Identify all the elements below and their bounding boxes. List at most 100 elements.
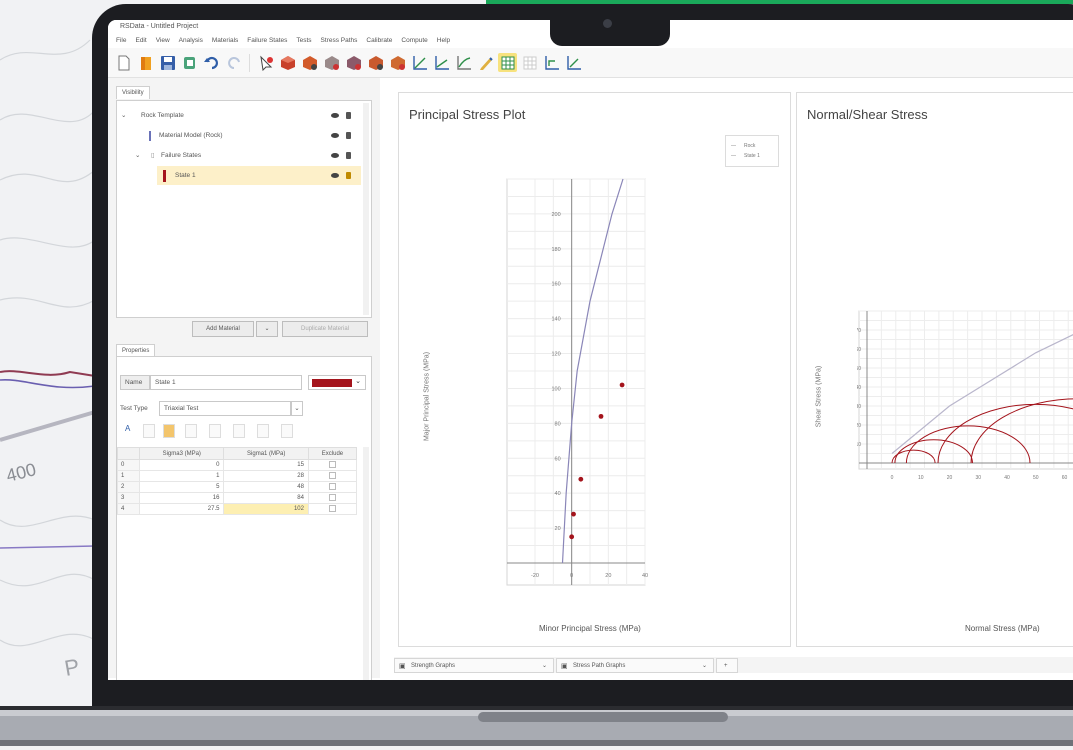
color-picker[interactable]: ⌄	[308, 375, 366, 390]
sigma3-cell[interactable]: 5	[138, 481, 225, 493]
graph-a-icon[interactable]	[410, 53, 429, 72]
save-icon[interactable]	[158, 53, 177, 72]
graph-e-icon[interactable]	[564, 53, 583, 72]
table-row[interactable]: 3 16 84	[117, 492, 358, 504]
menu-view[interactable]: View	[156, 34, 170, 48]
tree-item-rock-template[interactable]: ⌄ Rock Template	[117, 106, 361, 125]
tree-item-failure-states[interactable]: ⌄ ▯ Failure States	[117, 146, 361, 165]
duplicate-material-button[interactable]: Duplicate Material	[282, 321, 368, 337]
normal-shear-chart[interactable]: 10203040506070010203040506070	[857, 307, 1073, 507]
import-icon[interactable]	[257, 424, 269, 438]
sigma3-cell[interactable]: 16	[138, 492, 225, 504]
sigma1-cell[interactable]: 84	[223, 492, 309, 504]
add-material-button[interactable]: Add Material	[192, 321, 254, 337]
vertical-scrollbar[interactable]	[363, 103, 369, 315]
new-file-icon[interactable]	[114, 53, 133, 72]
sigma3-cell[interactable]: 1	[138, 470, 225, 482]
tab-strength-graphs[interactable]: ▣ Strength Graphs ⌄	[394, 658, 554, 673]
collapse-chevron-icon[interactable]: ⌄	[121, 106, 126, 125]
y-tick-label: 80	[555, 421, 561, 427]
chevron-down-icon[interactable]: ⌄	[355, 377, 361, 385]
table-row[interactable]: 2 5 48	[117, 481, 358, 493]
material-red-icon[interactable]	[278, 53, 297, 72]
lock-icon[interactable]	[346, 152, 351, 159]
grid-table-inactive-icon[interactable]	[520, 53, 539, 72]
menu-calibrate[interactable]: Calibrate	[366, 34, 392, 48]
principal-stress-chart[interactable]: 20 40 60 80 100 120 140 160 180 200 -20 0 20 40	[505, 175, 653, 595]
toolbar	[108, 48, 1073, 78]
graph-c-icon[interactable]	[454, 53, 473, 72]
chevron-down-icon[interactable]: ⌄	[291, 401, 303, 416]
menu-stress-paths[interactable]: Stress Paths	[321, 34, 358, 48]
material-orange-3-icon[interactable]	[388, 53, 407, 72]
sigma1-cell[interactable]: 102	[223, 503, 309, 515]
eye-icon[interactable]	[331, 173, 339, 178]
name-input[interactable]: State 1	[150, 375, 302, 390]
add-material-dropdown-button[interactable]: ⌄	[256, 321, 278, 337]
open-folder-icon[interactable]	[136, 53, 155, 72]
collapse-chevron-icon[interactable]: ⌄	[135, 146, 140, 165]
material-orange-2-icon[interactable]	[366, 53, 385, 72]
vertical-scrollbar[interactable]	[363, 447, 369, 682]
exclude-checkbox[interactable]	[328, 483, 336, 491]
sort-icon[interactable]: A	[125, 424, 130, 433]
exclude-checkbox[interactable]	[328, 494, 336, 502]
material-purple-icon[interactable]	[344, 53, 363, 72]
table-row[interactable]: 0 0 15	[117, 459, 358, 471]
menu-edit[interactable]: Edit	[135, 34, 146, 48]
tab-visibility[interactable]: Visibility	[116, 86, 150, 99]
exclude-checkbox[interactable]	[328, 472, 336, 480]
column-header-sigma3[interactable]: Sigma3 (MPa)	[138, 447, 225, 460]
exclude-checkbox[interactable]	[328, 461, 336, 469]
menu-analysis[interactable]: Analysis	[179, 34, 203, 48]
chevron-down-icon[interactable]: ⌄	[702, 659, 707, 674]
tab-stress-path-graphs[interactable]: ▣ Stress Path Graphs ⌄	[556, 658, 714, 673]
sigma1-cell[interactable]: 48	[223, 481, 309, 493]
menu-help[interactable]: Help	[437, 34, 450, 48]
sigma1-cell[interactable]: 15	[223, 459, 309, 471]
row-index: 3	[117, 492, 140, 504]
test-type-select[interactable]: Triaxial Test	[159, 401, 291, 416]
copy-icon[interactable]	[180, 53, 199, 72]
eye-icon[interactable]	[331, 153, 339, 158]
x-tick-label: 30	[975, 475, 981, 481]
eye-icon[interactable]	[331, 113, 339, 118]
tree-item-material-model[interactable]: Material Model (Rock)	[117, 126, 361, 145]
tree-item-state-1[interactable]: State 1	[157, 166, 361, 185]
lock-icon[interactable]	[346, 132, 351, 139]
add-tab-button[interactable]: +	[716, 658, 738, 673]
sigma1-cell[interactable]: 28	[223, 470, 309, 482]
menu-materials[interactable]: Materials	[212, 34, 238, 48]
grid-table-icon[interactable]	[498, 53, 517, 72]
menu-compute[interactable]: Compute	[401, 34, 427, 48]
chevron-down-icon[interactable]: ⌄	[542, 659, 547, 674]
menu-file[interactable]: File	[116, 34, 126, 48]
material-gray-icon[interactable]	[322, 53, 341, 72]
data-point-state-1	[598, 413, 604, 419]
export-icon[interactable]	[281, 424, 293, 438]
sigma3-cell[interactable]: 0	[138, 459, 225, 471]
sigma3-cell[interactable]: 27.5	[138, 503, 225, 515]
undo-icon[interactable]	[202, 53, 221, 72]
graph-d-icon[interactable]	[542, 53, 561, 72]
eye-icon[interactable]	[331, 133, 339, 138]
column-header-exclude[interactable]: Exclude	[307, 447, 358, 460]
chart-icon[interactable]	[233, 424, 245, 438]
exclude-checkbox[interactable]	[328, 505, 336, 513]
paste-icon[interactable]	[163, 424, 175, 438]
redo-icon[interactable]	[224, 53, 243, 72]
lock-icon[interactable]	[346, 112, 351, 119]
table-row[interactable]: 4 27.5 102	[117, 503, 358, 515]
select-arrow-icon[interactable]	[256, 53, 275, 72]
copy-table-icon[interactable]	[143, 424, 155, 438]
table-row[interactable]: 1 1 28	[117, 470, 358, 482]
lock-icon[interactable]	[346, 172, 351, 179]
pencil-icon[interactable]	[476, 53, 495, 72]
delete-row-icon[interactable]	[209, 424, 221, 438]
material-orange-icon[interactable]	[300, 53, 319, 72]
column-header-sigma1[interactable]: Sigma1 (MPa)	[223, 447, 309, 460]
insert-row-icon[interactable]	[185, 424, 197, 438]
graph-b-icon[interactable]	[432, 53, 451, 72]
menu-failure-states[interactable]: Failure States	[247, 34, 287, 48]
menu-tests[interactable]: Tests	[296, 34, 311, 48]
